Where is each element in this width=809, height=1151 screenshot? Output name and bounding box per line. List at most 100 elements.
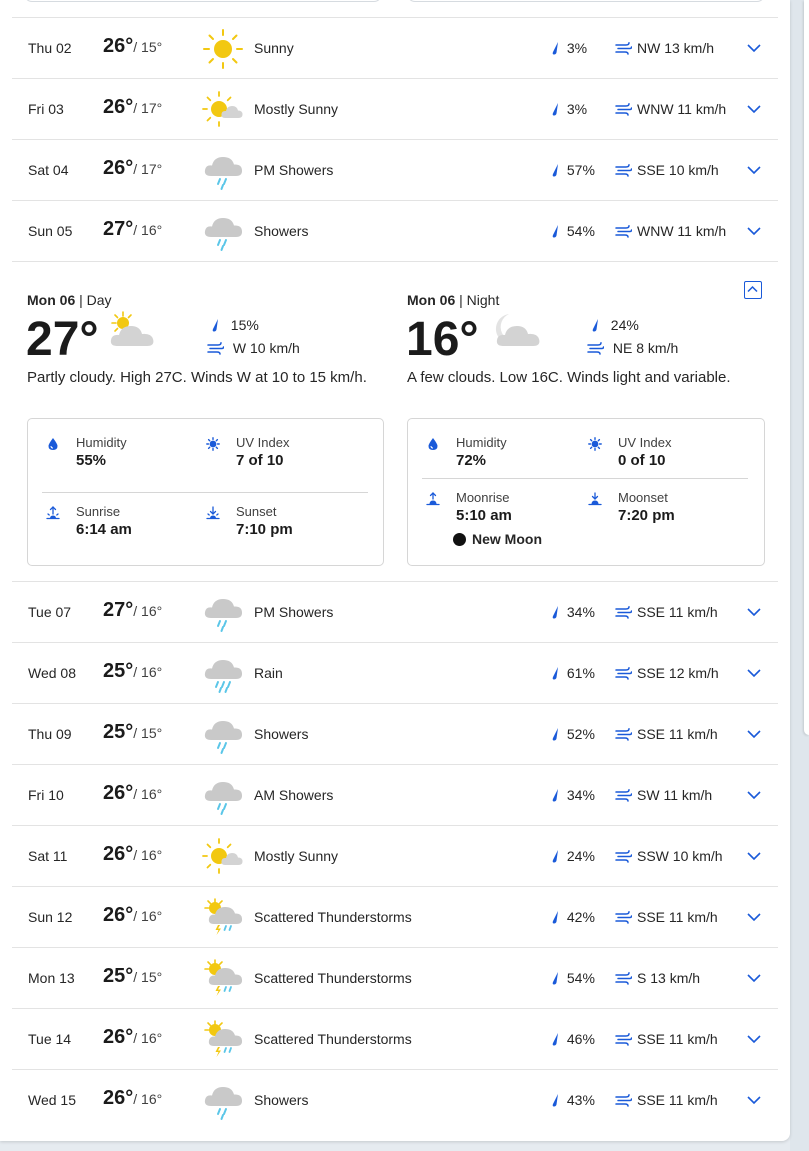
- showers-icon: [201, 591, 245, 635]
- chevron-down-icon[interactable]: [746, 665, 762, 681]
- wind-icon: [615, 164, 632, 177]
- humidity-icon: [428, 438, 438, 450]
- forecast-day-row[interactable]: Thu 02 26°/ 15° Sunny 3% NW 13 km/h: [12, 18, 778, 79]
- wind-info: SSW 10 km/h: [615, 848, 723, 864]
- chevron-down-icon[interactable]: [746, 787, 762, 803]
- chevron-down-icon[interactable]: [746, 223, 762, 239]
- precip-chance: 54%: [549, 970, 595, 986]
- day-temperatures: 25°/ 15°: [103, 721, 162, 744]
- chevron-down-icon[interactable]: [746, 1031, 762, 1047]
- wind-icon: [615, 667, 632, 680]
- forecast-day-row[interactable]: Tue 07 27°/ 16° PM Showers 34% SSE 11 km/h: [12, 582, 778, 643]
- moonrise-icon: [426, 492, 440, 506]
- day-summary: Partly cloudy. High 27C. Winds W at 10 t…: [27, 369, 367, 386]
- day-label: Sat 04: [28, 162, 69, 178]
- high-temp: 25°: [103, 721, 134, 743]
- low-temp: / 16°: [133, 664, 163, 680]
- wind-info: SSE 11 km/h: [615, 1092, 718, 1108]
- low-temp: / 17°: [133, 100, 163, 116]
- low-temp: / 16°: [133, 603, 163, 619]
- high-temp: 26°: [103, 843, 134, 865]
- low-temp: / 16°: [133, 908, 163, 924]
- partly-cloudy-night-icon: [489, 310, 541, 352]
- precip-drop-icon: [552, 850, 558, 863]
- low-temp: / 17°: [133, 161, 163, 177]
- forecast-day-row[interactable]: Fri 10 26°/ 16° AM Showers 34% SW 11 km/h: [12, 765, 778, 826]
- chevron-down-icon[interactable]: [746, 604, 762, 620]
- precip-drop-icon: [552, 103, 558, 116]
- high-temp: 27°: [103, 599, 134, 621]
- chevron-down-icon[interactable]: [746, 726, 762, 742]
- forecast-day-row[interactable]: Mon 13 25°/ 15° Scattered Thunderstorms 54…: [12, 948, 778, 1009]
- background-card-strip: [790, 0, 809, 1151]
- day-label: Tue 07: [28, 604, 72, 620]
- wind-info: SSE 10 km/h: [615, 162, 719, 178]
- day-temperatures: 26°/ 15°: [103, 35, 162, 58]
- forecast-day-row[interactable]: Sun 05 27°/ 16° Showers 54% WNW 11 km/h: [12, 201, 778, 262]
- day-temperature: 27°: [26, 313, 99, 366]
- precip-chance: 43%: [549, 1092, 595, 1108]
- forecast-day-row[interactable]: Wed 15 26°/ 16° Showers 43% SSE 11 km/h: [12, 1070, 778, 1131]
- thunderstorm-icon: [201, 896, 245, 940]
- new-moon-icon: [453, 533, 466, 546]
- day-label: Sun 12: [28, 909, 73, 925]
- chevron-up-icon: [747, 285, 758, 293]
- precip-chance: 57%: [549, 162, 595, 178]
- mostly-sunny-icon: [201, 835, 245, 879]
- details-divider: [42, 492, 368, 493]
- thunderstorm-icon: [201, 1018, 245, 1062]
- condition-label: Showers: [254, 223, 309, 239]
- precip-drop-icon: [552, 164, 558, 177]
- chevron-down-icon[interactable]: [746, 1092, 762, 1108]
- forecast-day-row[interactable]: Sat 04 26°/ 17° PM Showers 57% SSE 10 km/h: [12, 140, 778, 201]
- precip-chance: 34%: [549, 787, 595, 803]
- moonset-icon: [588, 492, 602, 506]
- wind-icon: [615, 850, 632, 863]
- condition-label: Showers: [254, 1092, 309, 1108]
- condition-label: Mostly Sunny: [254, 101, 339, 117]
- wind-info: SSE 11 km/h: [615, 726, 718, 742]
- expanded-day-detail: Mon 06 | Day 27° 15% W 10 km/h Partly cl…: [12, 262, 778, 580]
- forecast-day-row[interactable]: Sun 12 26°/ 16° Scattered Thunderstorms 42…: [12, 887, 778, 948]
- forecast-day-row[interactable]: Wed 08 25°/ 16° Rain 61% SSE 12 km/h: [12, 643, 778, 704]
- day-temperatures: 25°/ 16°: [103, 660, 162, 683]
- precip-drop-icon: [212, 319, 218, 332]
- precip-chance: 52%: [549, 726, 595, 742]
- showers-icon: [201, 210, 245, 254]
- chevron-down-icon[interactable]: [746, 909, 762, 925]
- precip-drop-icon: [592, 319, 598, 332]
- day-label: Wed 08: [28, 665, 76, 681]
- high-temp: 26°: [103, 35, 134, 57]
- condition-label: Scattered Thunderstorms: [254, 909, 412, 925]
- high-temp: 26°: [103, 1087, 134, 1109]
- collapse-button[interactable]: [744, 281, 762, 299]
- high-temp: 26°: [103, 904, 134, 926]
- wind-icon: [587, 342, 604, 355]
- chevron-down-icon[interactable]: [746, 970, 762, 986]
- day-temperatures: 27°/ 16°: [103, 218, 162, 241]
- forecast-day-row[interactable]: Sat 11 26°/ 16° Mostly Sunny 24% SSW 10 km/…: [12, 826, 778, 887]
- chevron-down-icon[interactable]: [746, 162, 762, 178]
- partly-cloudy-day-icon: [109, 310, 161, 352]
- high-temp: 25°: [103, 965, 134, 987]
- forecast-day-row[interactable]: Thu 09 25°/ 15° Showers 52% SSE 11 km/h: [12, 704, 778, 765]
- chevron-down-icon[interactable]: [746, 101, 762, 117]
- thunderstorm-icon: [201, 957, 245, 1001]
- day-wind: W 10 km/h: [207, 340, 300, 356]
- showers-icon: [201, 713, 245, 757]
- high-temp: 26°: [103, 782, 134, 804]
- wind-info: S 13 km/h: [615, 970, 700, 986]
- chevron-down-icon[interactable]: [746, 40, 762, 56]
- precip-drop-icon: [552, 606, 558, 619]
- wind-info: WNW 11 km/h: [615, 101, 726, 117]
- chevron-down-icon[interactable]: [746, 848, 762, 864]
- day-label: Thu 09: [28, 726, 72, 742]
- night-precip: 24%: [589, 317, 639, 333]
- uv-sun-icon: [206, 437, 220, 451]
- precip-drop-icon: [552, 728, 558, 741]
- day-details-box: Humidity 55% UV Index 7 of 10 Sunrise 6:…: [27, 418, 384, 566]
- forecast-day-row[interactable]: Tue 14 26°/ 16° Scattered Thunderstorms 46…: [12, 1009, 778, 1070]
- night-detail-title: Mon 06 | Night: [407, 292, 500, 308]
- day-label: Sat 11: [28, 848, 68, 864]
- forecast-day-row[interactable]: Fri 03 26°/ 17° Mostly Sunny 3% WNW 11 km/h: [12, 79, 778, 140]
